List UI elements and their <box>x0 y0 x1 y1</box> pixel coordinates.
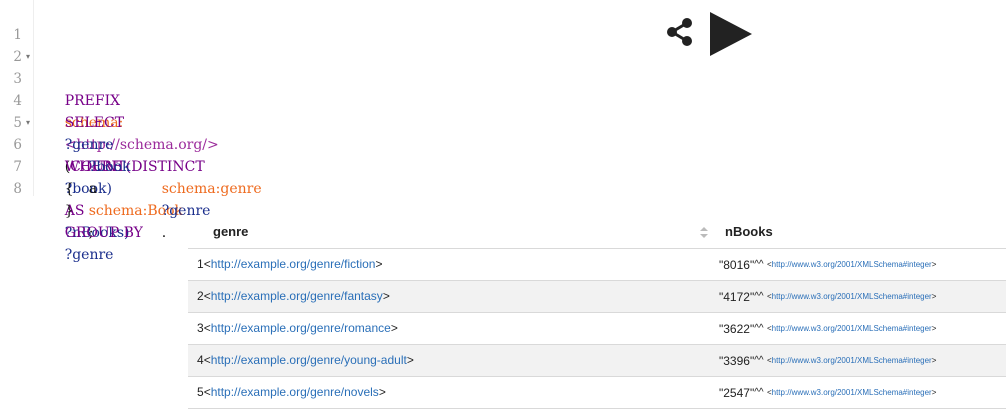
datatype-link[interactable]: http://www.w3.org/2001/XMLSchema#integer <box>772 388 932 397</box>
datatype-link[interactable]: http://www.w3.org/2001/XMLSchema#integer <box>772 292 932 301</box>
datatype-separator: ^^ <box>754 387 764 398</box>
datatype-link[interactable]: http://www.w3.org/2001/XMLSchema#integer <box>772 356 932 365</box>
column-header-nbooks[interactable]: nBooks <box>725 216 773 248</box>
count-value: "8016" <box>719 258 755 272</box>
count-cell: "3622"^^ <http://www.w3.org/2001/XMLSche… <box>719 313 936 345</box>
genre-link[interactable]: http://example.org/genre/fantasy <box>211 289 383 303</box>
code-line-5[interactable]: 5 ?book a schema:Book ; <box>0 90 183 241</box>
table-row: 4<http://example.org/genre/young-adult> … <box>188 345 1006 377</box>
datatype-link[interactable]: http://www.w3.org/2001/XMLSchema#integer <box>772 260 932 269</box>
close-bracket: > <box>931 356 937 365</box>
datatype: <http://www.w3.org/2001/XMLSchema#intege… <box>767 324 936 333</box>
open-bracket: < <box>203 321 211 335</box>
keyword-a: a <box>88 181 98 197</box>
count-cell: "3396"^^ <http://www.w3.org/2001/XMLSche… <box>719 345 936 377</box>
table-row: 2<http://example.org/genre/fantasy> "417… <box>188 281 1006 313</box>
datatype-separator: ^^ <box>754 355 764 366</box>
row-number: 2 <box>197 289 204 303</box>
line-number: 8 <box>13 181 22 197</box>
code-line-4[interactable]: 4 ▾ WHERE { <box>0 68 122 197</box>
prefixed-name: schema:genre <box>161 181 262 197</box>
query-editor[interactable]: 1 ▾ PREFIX schema: <http://schema.org/> … <box>0 0 1006 263</box>
genre-cell: 2<http://example.org/genre/fantasy> <box>197 281 390 312</box>
datatype: <http://www.w3.org/2001/XMLSchema#intege… <box>767 356 936 365</box>
count-value: "3622" <box>719 322 755 336</box>
keyword: SELECT <box>64 115 125 131</box>
variable: ?book <box>88 159 131 175</box>
genre-link[interactable]: http://example.org/genre/novels <box>211 385 379 399</box>
fold-arrow-icon[interactable]: ▾ <box>23 46 33 68</box>
sort-icon[interactable] <box>700 227 708 238</box>
count-cell: "2547"^^ <http://www.w3.org/2001/XMLSche… <box>719 377 936 409</box>
genre-cell: 4<http://example.org/genre/young-adult> <box>197 345 414 376</box>
genre-cell: 1<http://example.org/genre/fiction> <box>197 249 382 280</box>
count-value: "3396" <box>719 354 755 368</box>
code-line-1[interactable]: 1 ▾ PREFIX schema: <http://schema.org/> <box>0 2 218 153</box>
row-number: 1 <box>197 257 204 271</box>
datatype-separator: ^^ <box>754 259 764 270</box>
genre-link[interactable]: http://example.org/genre/young-adult <box>211 353 407 367</box>
row-number: 4 <box>197 353 204 367</box>
table-row: 5<http://example.org/genre/novels> "2547… <box>188 377 1006 409</box>
code-line-2[interactable]: 2 <box>0 24 22 65</box>
gutter-divider <box>33 0 34 196</box>
table-row: 3<http://example.org/genre/romance> "362… <box>188 313 1006 345</box>
datatype: <http://www.w3.org/2001/XMLSchema#intege… <box>767 292 936 301</box>
count-cell: "4172"^^ <http://www.w3.org/2001/XMLSche… <box>719 281 936 313</box>
close-bracket: > <box>382 289 390 303</box>
close-bracket: > <box>931 388 937 397</box>
datatype-link[interactable]: http://www.w3.org/2001/XMLSchema#integer <box>772 324 932 333</box>
run-query-button[interactable] <box>706 10 754 58</box>
datatype: <http://www.w3.org/2001/XMLSchema#intege… <box>767 388 936 397</box>
code-line-3[interactable]: 3 SELECT ?genre (COUNT(DISTINCT ?book) A… <box>0 46 204 241</box>
count-value: "4172" <box>719 290 755 304</box>
count-cell: "8016"^^ <http://www.w3.org/2001/XMLSche… <box>719 249 936 281</box>
punctuation: . <box>161 225 167 241</box>
genre-cell: 5<http://example.org/genre/novels> <box>197 377 386 408</box>
open-bracket: < <box>203 353 211 367</box>
close-bracket: > <box>931 260 937 269</box>
table-header: genre nBooks <box>188 216 1006 249</box>
table-row: 1<http://example.org/genre/fiction> "801… <box>188 249 1006 281</box>
row-number: 5 <box>197 385 204 399</box>
results-table: genre nBooks 1<http://example.org/genre/… <box>188 216 1006 409</box>
keyword: GROUP BY <box>64 225 143 241</box>
row-number: 3 <box>197 321 204 335</box>
datatype-separator: ^^ <box>754 291 764 302</box>
genre-link[interactable]: http://example.org/genre/romance <box>211 321 391 335</box>
close-bracket: > <box>390 321 398 335</box>
count-value: "2547" <box>719 386 755 400</box>
share-icon[interactable] <box>664 16 696 48</box>
column-header-genre[interactable]: genre <box>213 216 248 248</box>
datatype-separator: ^^ <box>754 323 764 334</box>
code-line-6[interactable]: 6 schema:genre ?genre . <box>0 112 261 241</box>
close-bracket: > <box>378 385 386 399</box>
datatype: <http://www.w3.org/2001/XMLSchema#intege… <box>767 260 936 269</box>
variable: ?genre <box>64 247 114 263</box>
genre-cell: 3<http://example.org/genre/romance> <box>197 313 398 344</box>
code-line-7[interactable]: 7 } <box>0 134 73 219</box>
close-bracket: > <box>375 257 383 271</box>
close-bracket: > <box>931 324 937 333</box>
open-bracket: < <box>203 289 211 303</box>
close-bracket: > <box>931 292 937 301</box>
play-icon <box>710 12 752 56</box>
genre-link[interactable]: http://example.org/genre/fiction <box>211 257 376 271</box>
fold-arrow-icon[interactable]: ▾ <box>23 112 33 134</box>
open-bracket: < <box>203 385 211 399</box>
code-line-8[interactable]: 8 GROUP BY ?genre <box>0 156 142 263</box>
open-bracket: < <box>203 257 211 271</box>
close-bracket: > <box>406 353 414 367</box>
